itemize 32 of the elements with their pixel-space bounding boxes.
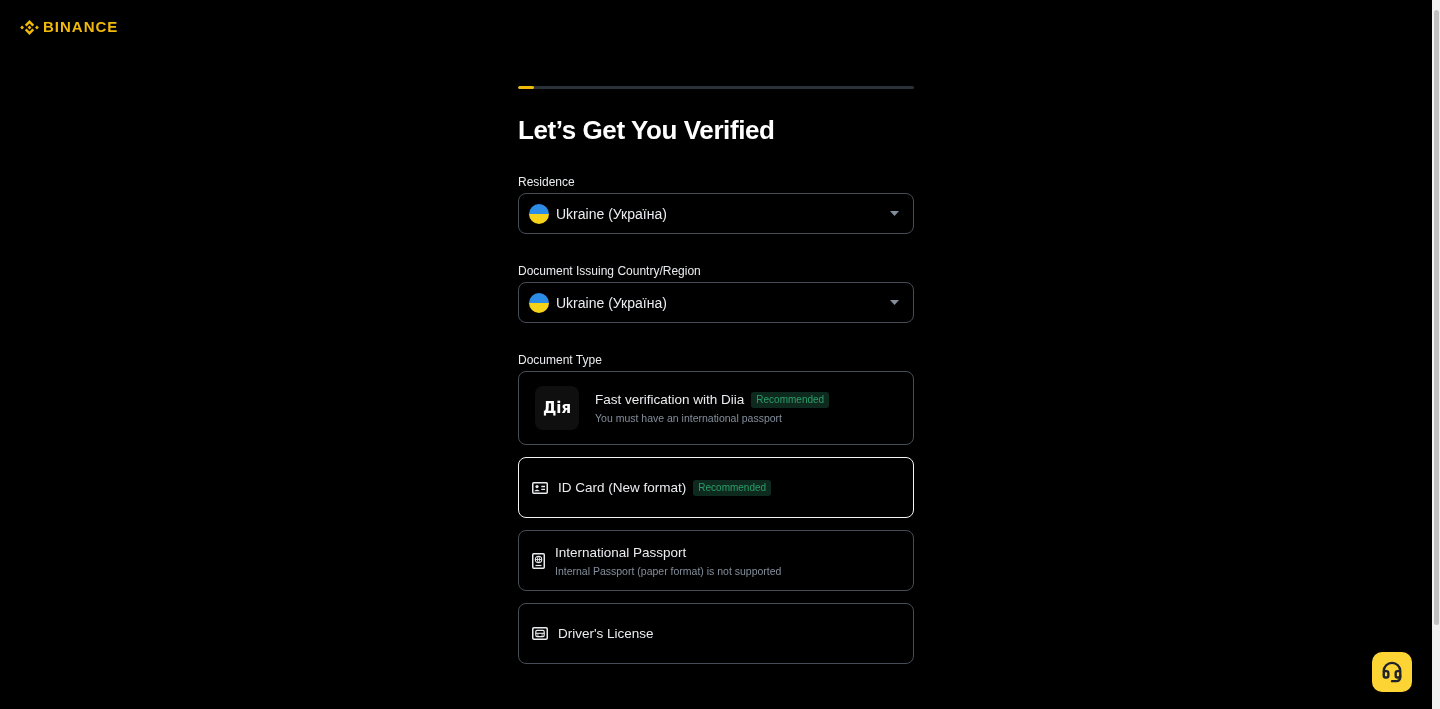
headset-icon: [1381, 661, 1403, 683]
option-title: Fast verification with Diia: [595, 391, 745, 409]
document-option[interactable]: Driver's License: [518, 603, 914, 664]
option-subtitle: You must have an international passport: [595, 412, 783, 425]
caret-down-icon: [890, 300, 899, 305]
passport-icon: [532, 552, 545, 569]
flag-icon: [529, 203, 549, 224]
app-logo: Дія: [535, 386, 579, 430]
caret-down-icon: [890, 211, 899, 216]
field-label: Residence: [518, 174, 575, 190]
country-select[interactable]: Ukraine (Україна): [518, 282, 914, 323]
diamond-logo-icon: [20, 17, 39, 37]
country-select[interactable]: Ukraine (Україна): [518, 193, 914, 234]
flag-icon: [529, 292, 549, 313]
option-title: ID Card (New format): [558, 478, 687, 497]
document-option[interactable]: International Passport Internal Passport (paper format) is not supported: [518, 530, 914, 591]
scrollbar-thumb[interactable]: [1433, 10, 1439, 625]
scrollbar[interactable]: [1432, 0, 1440, 709]
field-label: Document Issuing Country/Region: [518, 263, 701, 279]
page-title: Let’s Get You Verified: [518, 114, 776, 146]
option-title: International Passport: [555, 543, 687, 562]
support-button[interactable]: [1372, 652, 1412, 692]
recommended-badge: Recommended: [693, 479, 772, 496]
document-option[interactable]: Дія Fast verification with Diia Recommended You must have an international passport: [518, 371, 914, 445]
document-option[interactable]: ID Card (New format) Recommended: [518, 457, 914, 518]
field-label: Document Type: [518, 352, 602, 368]
license-icon: [532, 627, 548, 640]
option-subtitle: Internal Passport (paper format) is not supported: [555, 564, 782, 578]
logo-text: BINANCE: [43, 18, 119, 36]
id-card-icon: [532, 481, 548, 494]
option-title: Driver's License: [558, 624, 654, 643]
recommended-badge: Recommended: [751, 392, 830, 408]
